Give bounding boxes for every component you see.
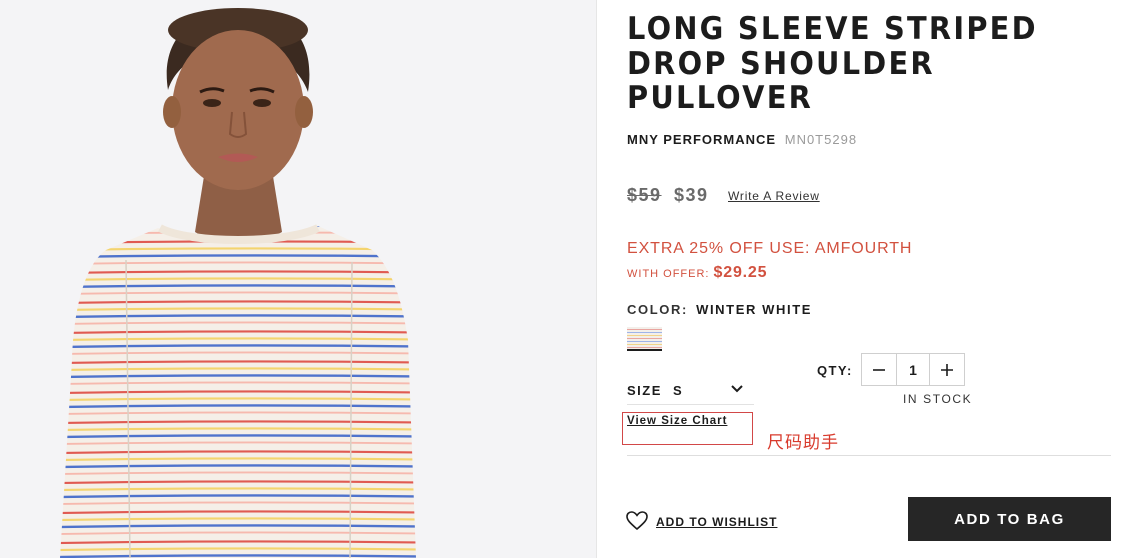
qty-increase-button[interactable] (930, 354, 964, 385)
quantity-stepper: 1 (861, 353, 965, 386)
offer-label: WITH OFFER: (627, 268, 714, 280)
image-divider (596, 0, 597, 558)
stock-status: IN STOCK (903, 392, 973, 406)
minus-icon (873, 368, 885, 371)
size-label: SIZE (627, 383, 662, 398)
size-dropdown[interactable]: SIZE S (627, 378, 754, 405)
offer-price: $29.25 (713, 264, 768, 281)
plus-icon (941, 363, 953, 376)
offer-price-row: WITH OFFER: $29.25 (627, 264, 767, 282)
size-chart-highlight: View Size Chart (622, 412, 753, 445)
size-value: S (673, 383, 682, 398)
view-size-chart-link[interactable]: View Size Chart (627, 415, 727, 427)
brand-name: MNY PERFORMANCE (627, 132, 777, 147)
color-row: COLOR: WINTER WHITE (627, 302, 812, 317)
original-price: $59 (627, 185, 662, 205)
product-image[interactable] (0, 0, 596, 558)
product-sku: MN0T5298 (784, 132, 858, 147)
qty-label: QTY: (817, 363, 853, 378)
section-divider (627, 455, 1111, 456)
wishlist-label: ADD TO WISHLIST (656, 515, 778, 529)
chevron-down-icon (731, 385, 743, 393)
write-review-link[interactable]: Write A Review (728, 189, 820, 203)
add-to-bag-button[interactable]: ADD TO BAG (908, 497, 1111, 541)
qty-input[interactable]: 1 (896, 354, 930, 385)
qty-decrease-button[interactable] (862, 354, 896, 385)
color-value: WINTER WHITE (696, 302, 813, 317)
size-helper-annotation: 尺码助手 (767, 433, 839, 452)
promo-code-text: EXTRA 25% OFF USE: AMFOURTH (627, 240, 913, 257)
color-swatch-winter-white[interactable] (627, 327, 662, 351)
product-title: LONG SLEEVE STRIPED DROP SHOULDER PULLOV… (627, 11, 1038, 116)
sale-price: $39 (674, 185, 709, 205)
brand-row: MNY PERFORMANCE MN0T5298 (627, 132, 857, 147)
color-label: COLOR: (627, 302, 688, 317)
heart-icon (626, 511, 648, 531)
model-photo (60, 8, 416, 558)
